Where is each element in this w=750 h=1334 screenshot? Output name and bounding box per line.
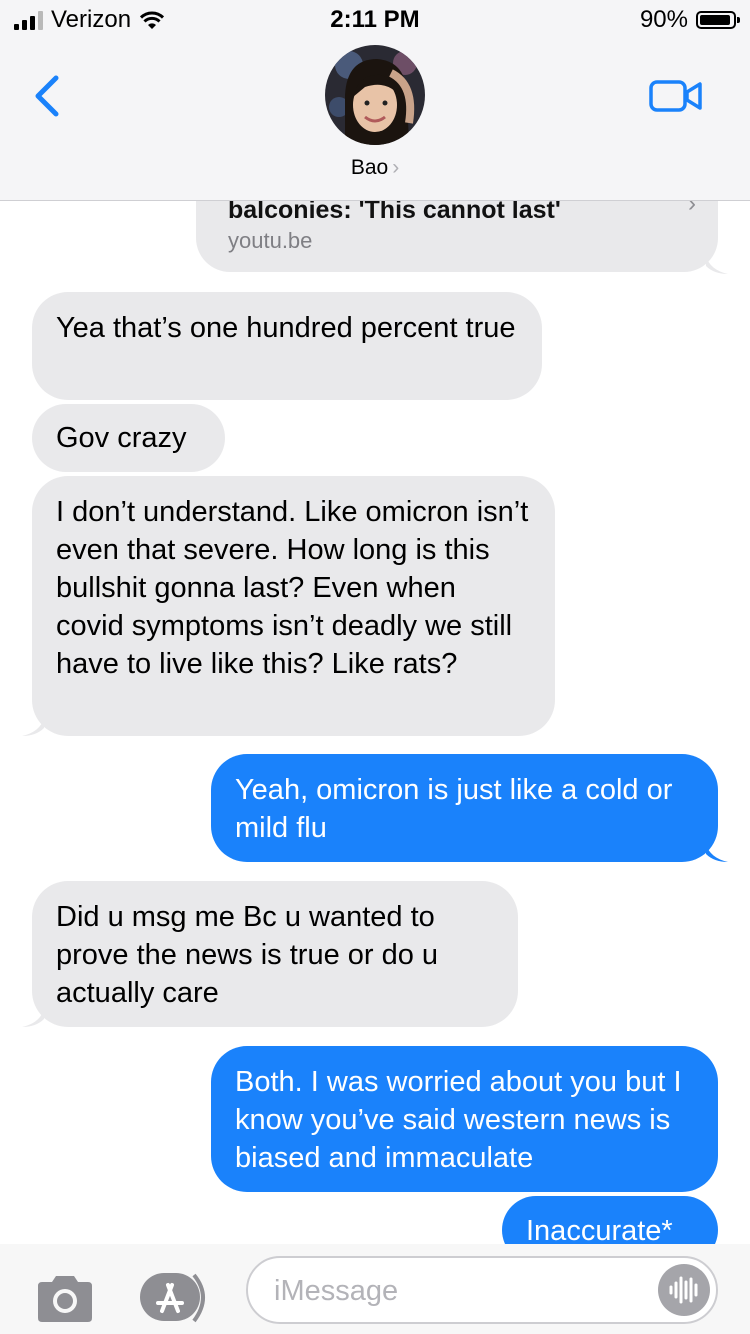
link-preview-host: youtu.be: [228, 228, 313, 253]
battery-icon: [696, 11, 740, 29]
message-text: Gov crazy: [56, 422, 187, 454]
audio-message-button[interactable]: [658, 1264, 710, 1316]
message-text: Both. I was worried about you but I know…: [235, 1066, 682, 1174]
contact-name-button[interactable]: Bao ›: [0, 156, 750, 180]
compose-bar: [0, 1244, 750, 1334]
message-bubble-incoming[interactable]: I don’t understand. Like omicron isn’t e…: [32, 476, 555, 736]
battery-percent: 90%: [639, 6, 688, 33]
chevron-left-icon[interactable]: [28, 72, 68, 120]
bubble-tail-icon: [22, 1009, 44, 1027]
bubble-tail-icon: [706, 844, 728, 862]
message-input[interactable]: [272, 1270, 636, 1312]
video-camera-icon[interactable]: [648, 78, 704, 114]
message-text: I don’t understand. Like omicron isn’t e…: [56, 496, 529, 680]
message-bubble-outgoing[interactable]: Inaccurate*: [502, 1196, 718, 1244]
conversation-header: Verizon 2:11 PM 90% Bao ›: [0, 0, 750, 201]
message-bubble-incoming[interactable]: Gov crazy: [32, 404, 225, 472]
contact-name: Bao: [350, 156, 389, 179]
message-text: Did u msg me Bc u wanted to prove the ne…: [56, 901, 439, 1009]
message-bubble-incoming[interactable]: Yea that’s one hundred percent true: [32, 292, 542, 400]
app-store-icon: [140, 1273, 205, 1323]
message-bubble-outgoing[interactable]: Yeah, omicron is just like a cold or mil…: [211, 754, 718, 862]
audio-message-icon: [669, 1276, 698, 1304]
message-bubble-incoming[interactable]: Did u msg me Bc u wanted to prove the ne…: [32, 881, 518, 1027]
chevron-right-icon: ›: [392, 156, 400, 179]
message-text: Yea that’s one hundred percent true: [56, 312, 516, 344]
message-input-field[interactable]: [246, 1256, 718, 1324]
app-store-button[interactable]: [138, 1271, 214, 1325]
message-bubble-outgoing[interactable]: Both. I was worried about you but I know…: [211, 1046, 718, 1192]
message-text: Yeah, omicron is just like a cold or mil…: [235, 774, 673, 844]
status-time: 2:11 PM: [330, 6, 420, 33]
status-bar: Verizon 2:11 PM 90%: [0, 0, 750, 40]
contact-avatar[interactable]: [325, 45, 425, 145]
camera-icon[interactable]: [34, 1274, 96, 1324]
bubble-tail-icon: [22, 718, 44, 736]
message-text: Inaccurate*: [526, 1215, 673, 1244]
